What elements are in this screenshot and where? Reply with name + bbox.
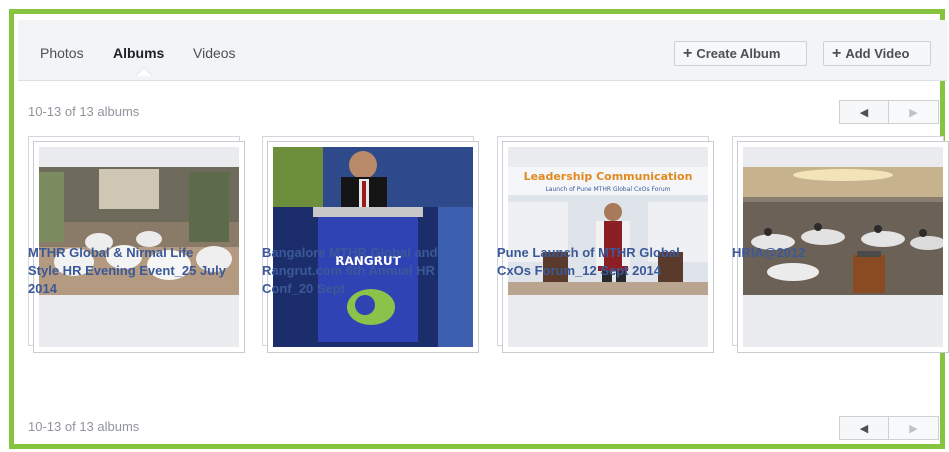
create-album-label: Create Album bbox=[696, 46, 781, 61]
left-arrow-icon: ◀ bbox=[859, 422, 869, 435]
pager-top: ◀ ▶ bbox=[839, 100, 939, 124]
create-album-button[interactable]: + Create Album bbox=[674, 41, 807, 66]
active-tab-indicator-fill bbox=[136, 68, 152, 76]
album-tabs-bar: Photos Albums Videos + Create Album + Ad… bbox=[18, 20, 947, 81]
prev-page-button[interactable]: ◀ bbox=[839, 416, 889, 440]
albums-panel: Photos Albums Videos + Create Album + Ad… bbox=[9, 9, 949, 449]
tab-photos[interactable]: Photos bbox=[40, 45, 84, 61]
tab-videos[interactable]: Videos bbox=[193, 45, 236, 61]
next-page-button[interactable]: ▶ bbox=[889, 100, 939, 124]
left-arrow-icon: ◀ bbox=[859, 106, 869, 119]
album-title-link[interactable]: HRIA@2012 bbox=[732, 244, 932, 262]
tab-albums[interactable]: Albums bbox=[113, 45, 164, 61]
add-video-button[interactable]: + Add Video bbox=[823, 41, 931, 66]
banner-subtitle-text: Launch of Pune MTHR Global CxOs Forum bbox=[545, 186, 670, 193]
right-arrow-icon: ▶ bbox=[909, 422, 918, 435]
album-title-link[interactable]: Pune Launch of MTHR Global CxOs Forum_12… bbox=[497, 244, 697, 280]
right-arrow-icon: ▶ bbox=[909, 106, 918, 119]
album-title-link[interactable]: Bangalore MTHR Global and Rangrut.com 6t… bbox=[262, 244, 462, 298]
add-video-label: Add Video bbox=[845, 46, 910, 61]
banner-title-text: Leadership Communication bbox=[524, 170, 693, 183]
album-range-text-bottom: 10-13 of 13 albums bbox=[28, 419, 140, 434]
pager-bottom: ◀ ▶ bbox=[839, 416, 939, 440]
album-title-link[interactable]: MTHR Global & Nirmal Life Style HR Eveni… bbox=[28, 244, 228, 298]
prev-page-button[interactable]: ◀ bbox=[839, 100, 889, 124]
plus-icon: + bbox=[683, 44, 693, 62]
album-range-text: 10-13 of 13 albums bbox=[28, 104, 140, 119]
plus-icon: + bbox=[832, 44, 842, 62]
next-page-button[interactable]: ▶ bbox=[889, 416, 939, 440]
